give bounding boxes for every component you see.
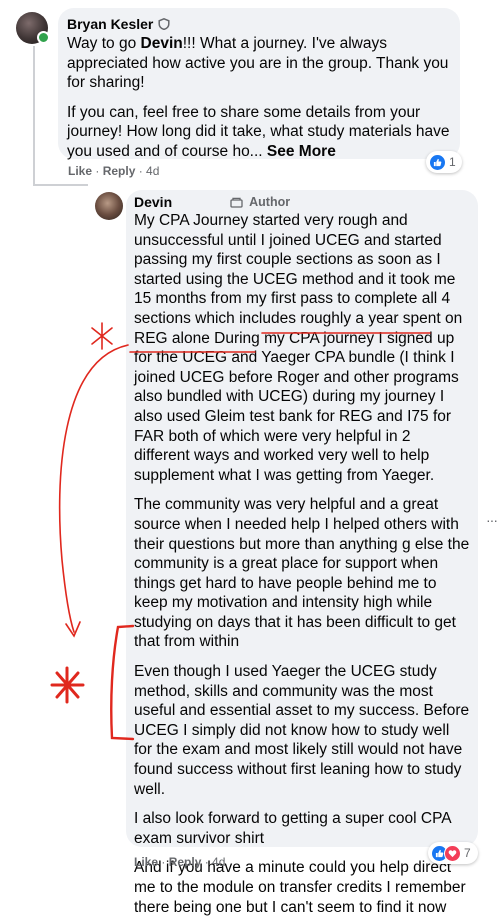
reaction-count: 1 bbox=[449, 155, 456, 169]
comment-paragraph-2: The community was very helpful and a gre… bbox=[134, 496, 470, 651]
online-status-icon bbox=[37, 31, 50, 44]
arrow-head-icon bbox=[65, 621, 81, 638]
love-reaction-icon bbox=[444, 844, 461, 862]
asterisk-annotation-small bbox=[91, 322, 113, 350]
comment-actions: Like · Reply · 4d bbox=[68, 164, 160, 178]
reaction-summary[interactable]: 1 bbox=[426, 151, 462, 173]
comment-author[interactable]: Bryan Kesler bbox=[67, 16, 153, 32]
author-badge-icon bbox=[230, 197, 243, 208]
reply-button[interactable]: Reply bbox=[169, 855, 202, 869]
reaction-count: 7 bbox=[464, 846, 471, 860]
like-button[interactable]: Like bbox=[134, 855, 158, 869]
arrow-annotation bbox=[58, 344, 129, 633]
thread-line-branch bbox=[33, 184, 88, 186]
see-more-link[interactable]: See More bbox=[267, 143, 336, 160]
comment-paragraph-3: Even though I used Yaeger the UCEG study… bbox=[134, 663, 470, 798]
comment-text-2: If you can, feel free to share some deta… bbox=[67, 103, 450, 160]
reply-button[interactable]: Reply bbox=[103, 164, 136, 178]
comment-author[interactable]: Devin bbox=[134, 194, 172, 210]
author-badge-label: Author bbox=[249, 195, 291, 209]
reaction-summary[interactable]: 7 bbox=[428, 842, 478, 864]
more-options-icon[interactable]: ··· bbox=[486, 512, 498, 528]
mention-link[interactable]: Devin bbox=[141, 35, 183, 52]
comment-paragraph-4: I also look forward to getting a super c… bbox=[134, 810, 451, 847]
comment-bubble-devin: Devin Author My CPA Journey started very… bbox=[126, 190, 478, 916]
like-reaction-icon bbox=[430, 154, 445, 170]
admin-badge-icon bbox=[158, 18, 170, 30]
comment-bubble-bryan: Bryan Kesler Way to go Devin!!! What a j… bbox=[58, 8, 460, 160]
thread-line bbox=[33, 46, 35, 186]
asterisk-annotation-large bbox=[50, 666, 85, 704]
comment-time[interactable]: 4d bbox=[146, 164, 159, 178]
like-button[interactable]: Like bbox=[68, 164, 92, 178]
redacted-surname bbox=[178, 195, 225, 209]
comment-actions: Like · Reply · 4d bbox=[134, 855, 226, 869]
comment-text: Way to go Devin!!! What a journey. I've … bbox=[67, 35, 449, 92]
comment-time[interactable]: 4d bbox=[212, 855, 225, 869]
avatar-devin[interactable] bbox=[95, 192, 123, 220]
comment-paragraph-1: My CPA Journey started very rough and un… bbox=[134, 212, 463, 484]
